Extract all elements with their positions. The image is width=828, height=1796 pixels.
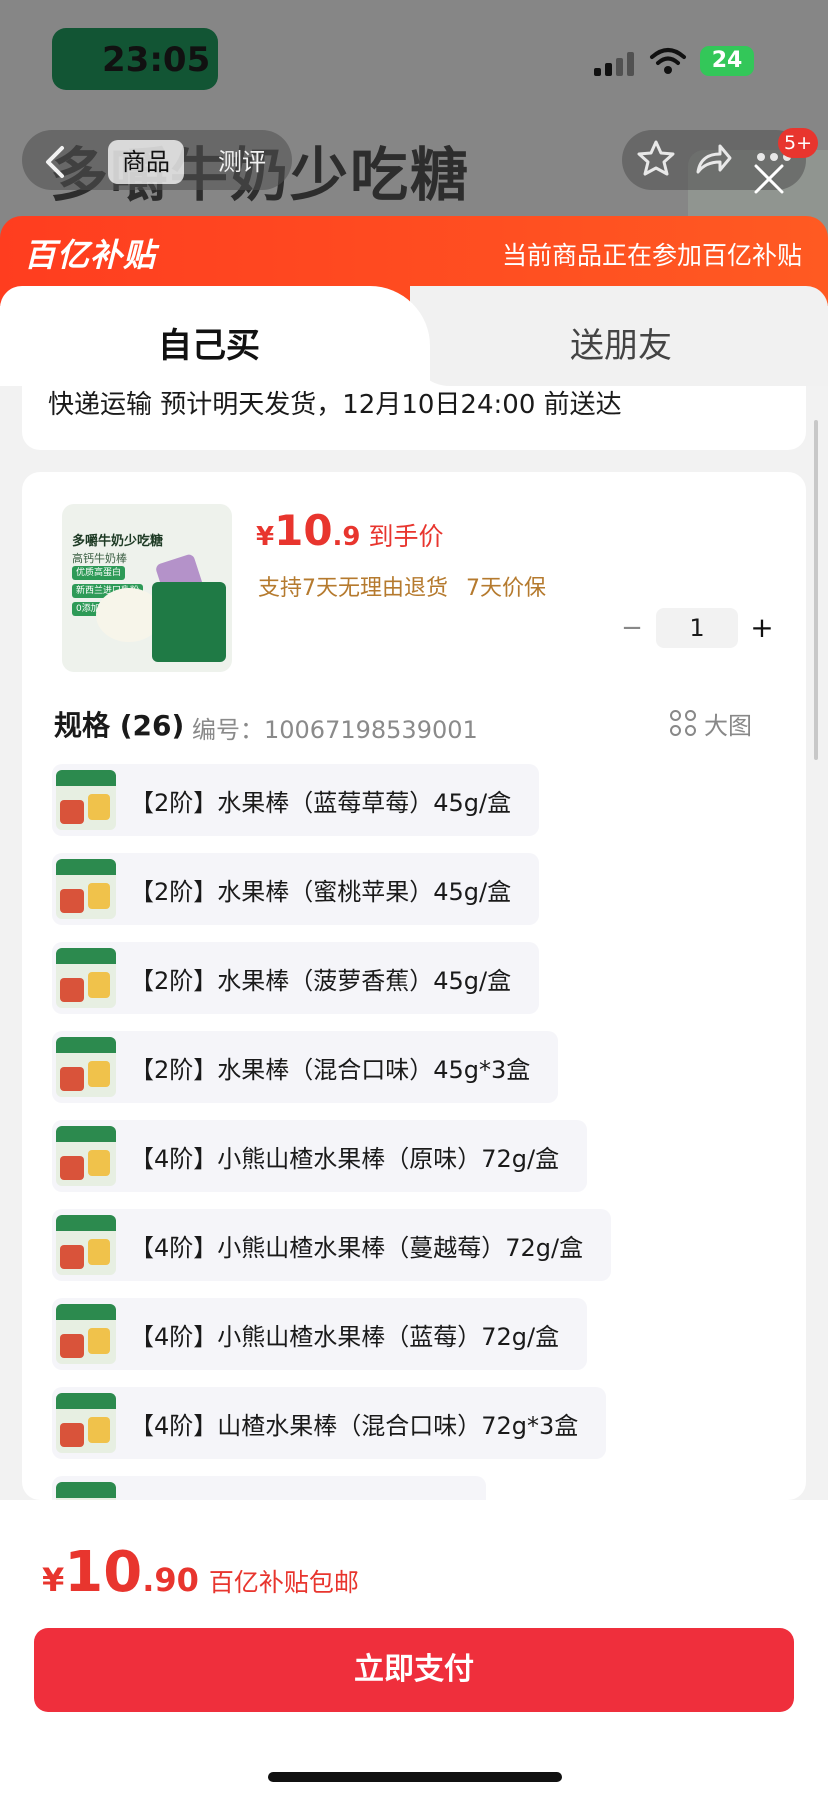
thumbnail-subtitle: 高钙牛奶棒 <box>72 552 127 565</box>
notification-badge: 5+ <box>778 128 819 158</box>
favorite-star-icon[interactable] <box>636 138 676 178</box>
spec-option-label: 【4阶】山楂水果棒（混合口味）72g*3盒 <box>130 1411 579 1440</box>
spec-option-thumbnail <box>56 1215 116 1275</box>
spec-option-thumbnail <box>56 770 116 830</box>
checkout-bar: ¥10.90 百亿补贴包邮 立即支付 <box>0 1500 828 1796</box>
tab-review[interactable]: 测评 <box>204 140 280 184</box>
status-time: 23:05 <box>102 40 211 80</box>
price-label: 到手价 <box>368 522 444 551</box>
tab-gift-friend-label: 送朋友 <box>570 326 672 366</box>
pay-now-button[interactable]: 立即支付 <box>34 1628 794 1712</box>
scrollbar[interactable] <box>814 420 818 760</box>
spec-option[interactable]: 【2阶】水果棒（蜜桃苹果）45g/盒 <box>52 853 540 925</box>
spec-option-label: 【2阶】水果棒（混合口味）45g*3盒 <box>130 1055 531 1084</box>
spec-option-thumbnail <box>56 859 116 919</box>
spec-option[interactable]: 【4阶】小熊山楂水果棒（蓝莓）72g/盒 <box>52 1298 588 1370</box>
delivery-estimate: 快递运输 预计明天发货，12月10日24:00 前送达 <box>48 390 622 420</box>
price-protection: 7天价保 <box>466 576 546 601</box>
big-image-view-button[interactable]: 大图 <box>670 706 752 740</box>
price-integer: 10 <box>274 506 333 555</box>
spec-option-thumbnail <box>56 1393 116 1453</box>
spec-option-thumbnail <box>56 1126 116 1186</box>
subsidy-note: 当前商品正在参加百亿补贴 <box>501 241 802 270</box>
product-thumbnail[interactable]: 多嚼牛奶少吃糖 高钙牛奶棒 优质高蛋白 新西兰进口乳粉 0添加 <box>62 504 232 672</box>
subsidy-logo: 百亿补贴 <box>24 236 157 274</box>
close-icon[interactable] <box>752 162 786 196</box>
battery-indicator: 24 <box>700 46 754 76</box>
tab-product[interactable]: 商品 <box>108 140 184 184</box>
unit-price: ¥10.9 到手价 <box>256 506 444 555</box>
cellular-signal-icon <box>594 50 636 76</box>
status-bar: 23:05 24 <box>0 0 828 110</box>
spec-option-label: 【2阶】水果棒（菠萝香蕉）45g/盒 <box>130 966 512 995</box>
spec-option-thumbnail <box>56 948 116 1008</box>
spec-option-partial[interactable] <box>52 1476 486 1500</box>
spec-option-label: 【4阶】小熊山楂水果棒（原味）72g/盒 <box>130 1144 560 1173</box>
thumbnail-tag: 优质高蛋白 <box>72 566 126 580</box>
thumbnail-box <box>152 582 226 662</box>
spec-options-list: 【2阶】水果棒（蓝莓草莓）45g/盒 【2阶】水果棒（蜜桃苹果）45g/盒 【2… <box>52 764 792 1500</box>
grid-view-icon <box>670 710 696 736</box>
quantity-increase-button[interactable]: + <box>742 608 782 648</box>
total-currency: ¥ <box>42 1561 65 1599</box>
spec-option[interactable]: 【4阶】小熊山楂水果棒（原味）72g/盒 <box>52 1120 588 1192</box>
big-image-view-label: 大图 <box>704 711 752 740</box>
total-integer: 10 <box>64 1540 143 1605</box>
spec-option[interactable]: 【4阶】小熊山楂水果棒（蔓越莓）72g/盒 <box>52 1209 612 1281</box>
shipping-note: 百亿补贴包邮 <box>208 1568 359 1597</box>
spec-option-label: 【4阶】小熊山楂水果棒（蔓越莓）72g/盒 <box>130 1233 584 1262</box>
spec-option-thumbnail <box>56 1037 116 1097</box>
spec-option[interactable]: 【2阶】水果棒（菠萝香蕉）45g/盒 <box>52 942 540 1014</box>
price-decimal: .9 <box>332 522 361 552</box>
spec-option-label: 【2阶】水果棒（蜜桃苹果）45g/盒 <box>130 877 512 906</box>
spec-option[interactable]: 【4阶】山楂水果棒（混合口味）72g*3盒 <box>52 1387 607 1459</box>
home-indicator <box>268 1772 562 1782</box>
total-decimal: .90 <box>142 1561 199 1599</box>
spec-heading: 规格 (26) <box>54 709 185 742</box>
thumbnail-title: 多嚼牛奶少吃糖 <box>72 534 164 549</box>
service-guarantees: 支持7天无理由退货 7天价保 <box>258 570 564 602</box>
spec-option[interactable]: 【2阶】水果棒（混合口味）45g*3盒 <box>52 1031 559 1103</box>
tab-buy-self-label: 自己买 <box>158 326 260 366</box>
quantity-decrease-button[interactable]: − <box>612 608 652 648</box>
return-guarantee: 支持7天无理由退货 <box>258 576 448 601</box>
back-icon[interactable] <box>40 144 70 180</box>
spec-option-thumbnail <box>56 1482 116 1500</box>
share-icon[interactable] <box>692 140 732 180</box>
wifi-icon <box>650 48 686 74</box>
spec-option[interactable]: 【2阶】水果棒（蓝莓草莓）45g/盒 <box>52 764 540 836</box>
spec-code: 编号：10067198539001 <box>192 716 478 744</box>
spec-option-label: 【2阶】水果棒（蓝莓草莓）45g/盒 <box>130 788 512 817</box>
quantity-stepper: − 1 + <box>612 608 774 648</box>
total-price: ¥10.90 百亿补贴包邮 <box>42 1540 359 1605</box>
price-currency: ¥ <box>256 522 275 552</box>
spec-option-label: 【4阶】小熊山楂水果棒（蓝莓）72g/盒 <box>130 1322 560 1351</box>
quantity-input[interactable]: 1 <box>656 608 738 648</box>
spec-option-thumbnail <box>56 1304 116 1364</box>
product-card: 多嚼牛奶少吃糖 高钙牛奶棒 优质高蛋白 新西兰进口乳粉 0添加 ¥10.9 到手价… <box>22 472 806 1500</box>
